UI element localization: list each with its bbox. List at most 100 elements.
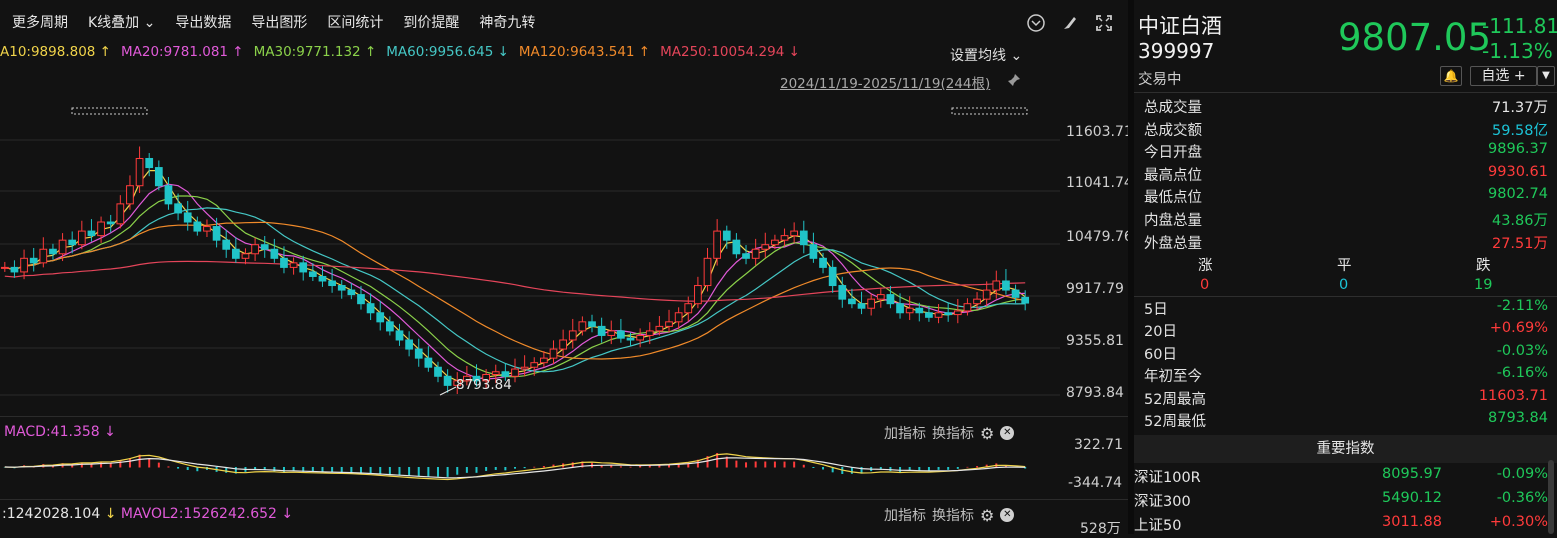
toolbar-kline-overlay[interactable]: K线叠加 ⌄ [78,12,165,32]
macd-bar [850,467,853,474]
ma-legend-item: MA250:10054.294 ↓ [660,44,800,60]
candle-body [819,257,827,268]
divider [1134,92,1557,93]
pin-icon[interactable] [1006,72,1022,88]
stat-key: 最高点位 [1144,167,1202,184]
toolbar-export-image[interactable]: 导出图形 [241,12,317,32]
period-value: 8793.84 [1488,410,1548,426]
candle-body [742,253,750,259]
stat-key: 外盘总量 [1144,235,1202,252]
date-range-label[interactable]: 2024/11/19-2025/11/19(244根) [780,72,990,92]
collapse-circle-icon[interactable] [1026,13,1046,33]
candlestick-chart[interactable] [0,95,1128,405]
candle-body [665,321,673,327]
close-icon[interactable]: ✕ [1000,508,1015,522]
ma-legend-item: MA20:9781.081 ↑ [120,44,244,60]
candle-body [443,375,452,386]
candle-body [934,312,943,318]
y-tick-label: 9917.79 [1066,281,1124,297]
candle-body [0,266,9,269]
macd-bar [475,467,478,473]
toolbar-more-periods[interactable]: 更多周期 [0,12,78,32]
toolbar-export-data[interactable]: 导出数据 [165,12,241,32]
watchlist-dropdown-icon[interactable]: ▼ [1537,66,1555,86]
gear-icon[interactable]: ⚙ [980,506,994,525]
candle-body [876,294,885,300]
candle-body [674,312,683,323]
ma-setting-button[interactable]: 设置均线 ⌄ [950,45,1022,65]
candle-body [299,262,308,273]
stat-key: 内盘总量 [1144,213,1202,229]
vol-arrow-2: ↓ [281,506,294,522]
vol-swap-indicator[interactable]: 换指标 [932,505,974,525]
macd-chart[interactable] [0,445,1040,495]
index-row[interactable]: 深证300 5490.12 -0.36% [1134,490,1548,514]
down-count: 19 [1474,277,1493,293]
ma-legend-item: MA30:9771.132 ↑ [253,44,377,60]
draw-pen-icon[interactable] [1060,13,1080,33]
macd-bar [465,467,468,473]
period-row: 20日 +0.69% [1138,320,1548,342]
macd-bar [619,466,622,468]
candle-body [193,221,202,232]
candle-body [809,244,818,259]
vol-value-1: :1242028.104 [2,506,101,522]
vol-add-indicator[interactable]: 加指标 [884,505,926,525]
period-key: 5日 [1144,302,1168,318]
volume-tools: 加指标 换指标 ⚙ ✕ [884,505,1015,525]
index-row-price: 8095.97 [1382,466,1442,482]
toolbar-price-alert[interactable]: 到价提醒 [393,12,469,32]
index-code: 399997 [1138,39,1215,63]
candle-body [828,266,837,287]
macd-bar [976,466,979,468]
candle-body [867,298,876,309]
stat-value: 27.51万 [1491,235,1548,252]
event-marker[interactable] [951,107,1028,115]
macd-bar [745,462,748,468]
macd-swap-indicator[interactable]: 换指标 [932,423,974,443]
close-icon[interactable]: ✕ [1000,426,1015,440]
macd-bar [514,467,516,469]
macd-bar [533,466,536,468]
candle-body [347,289,356,296]
fullscreen-icon[interactable] [1094,13,1114,33]
vol-arrow-1: ↓ [104,506,117,522]
chevron-down-icon: ⌄ [139,15,156,31]
up-count: 0 [1200,277,1210,293]
candle-body [29,257,38,264]
period-row: 52周最低 8793.84 [1138,410,1548,432]
candle-body [973,298,981,305]
candle-body [963,303,972,312]
candle-body [848,298,856,305]
stat-key: 总成交量 [1144,100,1202,116]
candle-body [49,248,57,255]
bell-icon[interactable]: 🔔 [1440,66,1462,86]
macd-bar [937,467,940,470]
kline-chart-area[interactable]: 更多周期 K线叠加 ⌄ 导出数据 导出图形 区间统计 到价提醒 神奇九转 A10… [0,0,1133,537]
gear-icon[interactable]: ⚙ [980,424,994,443]
candle-body [501,371,510,377]
chevron-down-icon: ⌄ [1006,48,1023,64]
index-row[interactable]: 深证100R 8095.97 -0.09% [1134,466,1548,490]
ma-line-series [4,207,1026,373]
macd-bar [177,467,180,469]
macd-bar [398,467,401,476]
macd-bar [427,467,430,477]
candle-body [790,230,799,237]
index-row[interactable]: 上证50 3011.88 +0.30% [1134,514,1548,538]
candle-body [241,253,250,259]
flat-count: 0 [1339,277,1349,293]
toolbar-magic-nine[interactable]: 神奇九转 [469,12,545,32]
macd-bar [822,467,825,470]
last-price: 9807.05 [1338,16,1492,59]
candle-body [385,321,394,332]
event-marker[interactable] [71,107,148,115]
toolbar-range-stats[interactable]: 区间统计 [317,12,393,32]
macd-bar [128,458,131,468]
macd-add-indicator[interactable]: 加指标 [884,423,926,443]
stat-value: 9802.74 [1488,186,1548,203]
candle-body [982,289,991,300]
scrollbar[interactable] [1548,460,1554,534]
candle-body [761,244,770,250]
add-watchlist-button[interactable]: 自选 + [1470,66,1537,86]
